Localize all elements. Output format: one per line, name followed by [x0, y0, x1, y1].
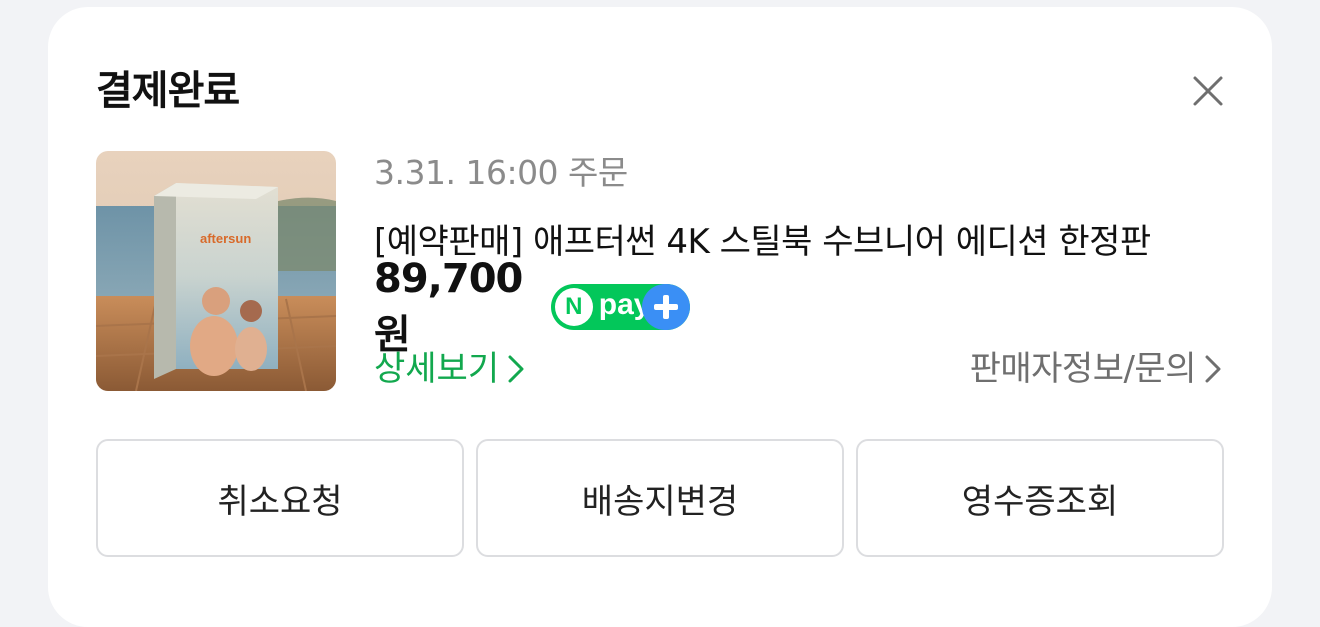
change-address-button[interactable]: 배송지변경 [476, 439, 844, 557]
plus-icon [642, 284, 691, 330]
chevron-right-icon [508, 355, 524, 383]
product-thumbnail[interactable]: aftersun [96, 151, 336, 391]
npay-plus-badge: N pay [550, 284, 691, 330]
cancel-request-button[interactable]: 취소요청 [96, 439, 464, 557]
close-button[interactable] [1186, 69, 1230, 113]
price-row: 89,700원 N pay [374, 256, 691, 358]
thumbnail-title: aftersun [200, 231, 251, 246]
detail-link[interactable]: 상세보기 [374, 347, 527, 391]
close-icon [1193, 76, 1223, 106]
npay-n-icon: N [554, 288, 593, 326]
seller-info-label: 판매자정보/문의 [969, 349, 1197, 389]
order-date: 3.31. 16:00 주문 [374, 153, 628, 192]
chevron-right-icon [1205, 355, 1221, 383]
page-title: 결제완료 [96, 68, 240, 114]
action-buttons: 취소요청 배송지변경 영수증조회 [96, 439, 1224, 557]
view-receipt-button[interactable]: 영수증조회 [856, 439, 1224, 557]
order-complete-card: 결제완료 aftersun 3.31. 16:00 주문 [예약판매] 애프터썬… [48, 7, 1272, 627]
seller-info-link[interactable]: 판매자정보/문의 [970, 347, 1224, 391]
detail-link-label: 상세보기 [374, 349, 500, 389]
product-image: aftersun [96, 151, 336, 391]
